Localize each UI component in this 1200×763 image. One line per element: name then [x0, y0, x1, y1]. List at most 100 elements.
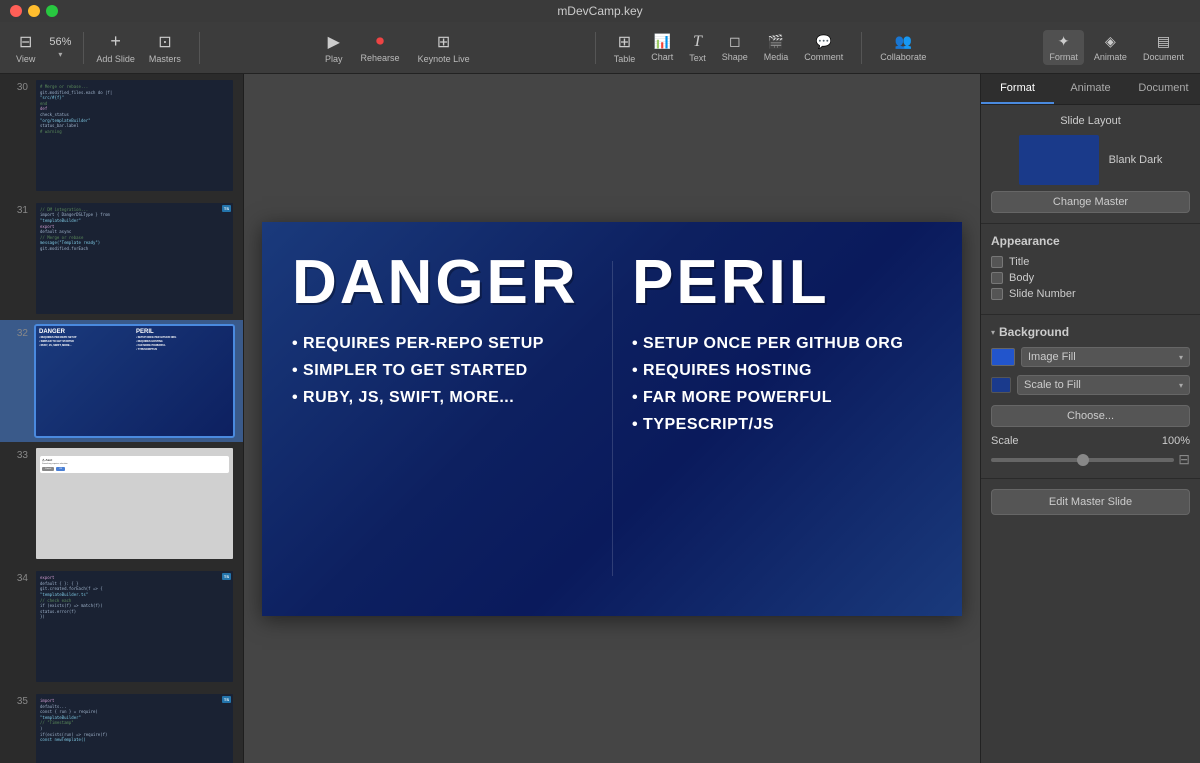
bg-fill-type-dropdown[interactable]: Image Fill ▾ — [1021, 347, 1190, 367]
right-panel-tabs: Format Animate Document — [981, 74, 1200, 105]
edit-master-button[interactable]: Edit Master Slide — [991, 489, 1190, 515]
add-slide-button[interactable]: Add Slide — [90, 28, 141, 67]
maximize-button[interactable] — [46, 5, 58, 17]
table-label: Table — [614, 54, 636, 64]
tab-animate[interactable]: Animate — [1054, 74, 1127, 104]
choose-button[interactable]: Choose... — [991, 405, 1190, 427]
layout-thumbnail — [1019, 135, 1099, 185]
view-button[interactable]: View — [10, 29, 41, 67]
canvas-area: DANGER REQUIRES PER-REPO SETUP SIMPLER T… — [244, 74, 980, 763]
animate-icon: ◈ — [1105, 33, 1116, 50]
keynote-live-button[interactable]: Keynote Live — [412, 29, 476, 67]
body-checkbox[interactable] — [991, 272, 1003, 284]
traffic-lights — [10, 5, 58, 17]
canvas-peril-bullet-4: TYPESCRIPT/JS — [632, 415, 932, 434]
layout-name: Blank Dark — [1109, 154, 1163, 166]
slide-item[interactable]: 34 export default { }: { } git.created.f… — [0, 565, 243, 688]
ts-badge: TS — [222, 205, 231, 212]
tab-document[interactable]: Document — [1127, 74, 1200, 104]
bg-fill-type-label: Image Fill — [1028, 351, 1076, 363]
tab-format[interactable]: Format — [981, 74, 1054, 104]
background-color-swatch[interactable] — [991, 348, 1015, 366]
slide-layout-section: Slide Layout Blank Dark Change Master — [981, 105, 1200, 224]
comment-button[interactable]: 💬 Comment — [798, 31, 849, 65]
shape-icon: ◻ — [729, 33, 741, 50]
format-button[interactable]: ✦ Format — [1043, 30, 1084, 65]
ts-badge-35: TS — [222, 696, 231, 703]
close-button[interactable] — [10, 5, 22, 17]
document-button[interactable]: ▤ Document — [1137, 30, 1190, 65]
view-icon — [19, 32, 32, 52]
slide-layout-title: Slide Layout — [991, 115, 1190, 127]
fill-swatch-row: Scale to Fill ▾ — [991, 375, 1190, 395]
table-button[interactable]: ⊞ Table — [608, 29, 642, 67]
fill-color-swatch[interactable] — [991, 377, 1011, 393]
scale-value: 100% — [1162, 435, 1190, 447]
text-label: Text — [689, 53, 706, 63]
slide-item[interactable]: 33 ⚠ Alert Something requires attention … — [0, 442, 243, 565]
shape-button[interactable]: ◻ Shape — [716, 30, 754, 65]
animate-button[interactable]: ◈ Animate — [1088, 30, 1133, 65]
toolbar-right-tools: ✦ Format ◈ Animate ▤ Document — [1043, 30, 1190, 65]
comment-icon: 💬 — [816, 34, 832, 50]
canvas-left-column: DANGER REQUIRES PER-REPO SETUP SIMPLER T… — [262, 222, 612, 616]
canvas-danger-bullets: REQUIRES PER-REPO SETUP SIMPLER TO GET S… — [292, 334, 592, 408]
scale-stepper[interactable]: ⊟ — [1178, 451, 1190, 468]
canvas-peril-bullet-1: SETUP ONCE PER GITHUB ORG — [632, 334, 932, 353]
rehearse-button[interactable]: Rehearse — [355, 30, 406, 66]
play-button[interactable]: Play — [319, 29, 349, 67]
main-content: 30 # Merge or rebase... git.modified_fil… — [0, 74, 1200, 763]
slide-thumb-34[interactable]: export default { }: { } git.created.forE… — [34, 569, 235, 684]
scale-fill-type-dropdown[interactable]: Scale to Fill ▾ — [1017, 375, 1190, 395]
toolbar: View 56% ▾ Add Slide Masters Play Rehear… — [0, 22, 1200, 74]
title-checkbox[interactable] — [991, 256, 1003, 268]
chart-button[interactable]: 📊 Chart — [645, 30, 679, 65]
toolbar-divider-1 — [83, 32, 84, 64]
thumb-danger-b1: • REQUIRES PER-REPO SETUP — [39, 336, 133, 339]
minimize-button[interactable] — [28, 5, 40, 17]
slide-item[interactable]: 31 // DM integration... import { DangerD… — [0, 197, 243, 320]
slide-thumb-33[interactable]: ⚠ Alert Something requires attention Can… — [34, 446, 235, 561]
masters-button[interactable]: Masters — [143, 29, 187, 67]
document-icon: ▤ — [1157, 33, 1170, 50]
animate-label: Animate — [1094, 52, 1127, 62]
canvas-peril-title: PERIL — [632, 252, 932, 314]
format-icon: ✦ — [1058, 33, 1070, 50]
slide-item-active[interactable]: 32 DANGER • REQUIRES PER-REPO SETUP • SI… — [0, 320, 243, 443]
table-icon: ⊞ — [618, 32, 631, 52]
slide-number-32: 32 — [8, 324, 28, 339]
canvas-peril-bullets: SETUP ONCE PER GITHUB ORG REQUIRES HOSTI… — [632, 334, 932, 435]
scale-fill-dropdown-arrow: ▾ — [1179, 381, 1183, 390]
slide-thumb-31[interactable]: // DM integration... import { DangerDSLT… — [34, 201, 235, 316]
toolbar-divider-2 — [199, 32, 200, 64]
play-icon — [328, 32, 340, 52]
text-button[interactable]: T Text — [683, 30, 712, 66]
canvas-danger-title: DANGER — [292, 252, 592, 314]
change-master-button[interactable]: Change Master — [991, 191, 1190, 213]
main-slide-canvas[interactable]: DANGER REQUIRES PER-REPO SETUP SIMPLER T… — [262, 222, 962, 616]
slide-number-30: 30 — [8, 78, 28, 93]
canvas-peril-bullet-2: REQUIRES HOSTING — [632, 361, 932, 380]
slide-number-31: 31 — [8, 201, 28, 216]
slide-item[interactable]: 30 # Merge or rebase... git.modified_fil… — [0, 74, 243, 197]
shape-label: Shape — [722, 52, 748, 62]
appearance-title: Appearance — [991, 234, 1190, 248]
slide-number-checkbox-label: Slide Number — [1009, 288, 1076, 300]
slide-item[interactable]: 35 import defaults... const { run } = re… — [0, 688, 243, 763]
keynote-live-icon — [437, 32, 450, 52]
zoom-dropdown-arrow: ▾ — [58, 50, 62, 59]
slide-panel[interactable]: 30 # Merge or rebase... git.modified_fil… — [0, 74, 244, 763]
slide-number-checkbox[interactable] — [991, 288, 1003, 300]
scale-slider[interactable] — [991, 458, 1174, 462]
toolbar-left: View 56% ▾ Add Slide Masters — [10, 28, 187, 67]
scale-slider-thumb[interactable] — [1077, 454, 1089, 466]
zoom-control[interactable]: 56% ▾ — [43, 33, 77, 62]
slide-thumb-32[interactable]: DANGER • REQUIRES PER-REPO SETUP • SIMPL… — [34, 324, 235, 439]
media-button[interactable]: 🎬 Media — [758, 31, 795, 65]
slide-thumb-30[interactable]: # Merge or rebase... git.modified_files.… — [34, 78, 235, 193]
background-section-header: ▾ Background — [991, 325, 1190, 339]
bg-fill-dropdown-arrow: ▾ — [1179, 353, 1183, 362]
collaborate-button[interactable]: 👥 Collaborate — [874, 30, 932, 65]
appearance-title-row: Title — [991, 256, 1190, 268]
slide-thumb-35[interactable]: import defaults... const { run } = requi… — [34, 692, 235, 763]
